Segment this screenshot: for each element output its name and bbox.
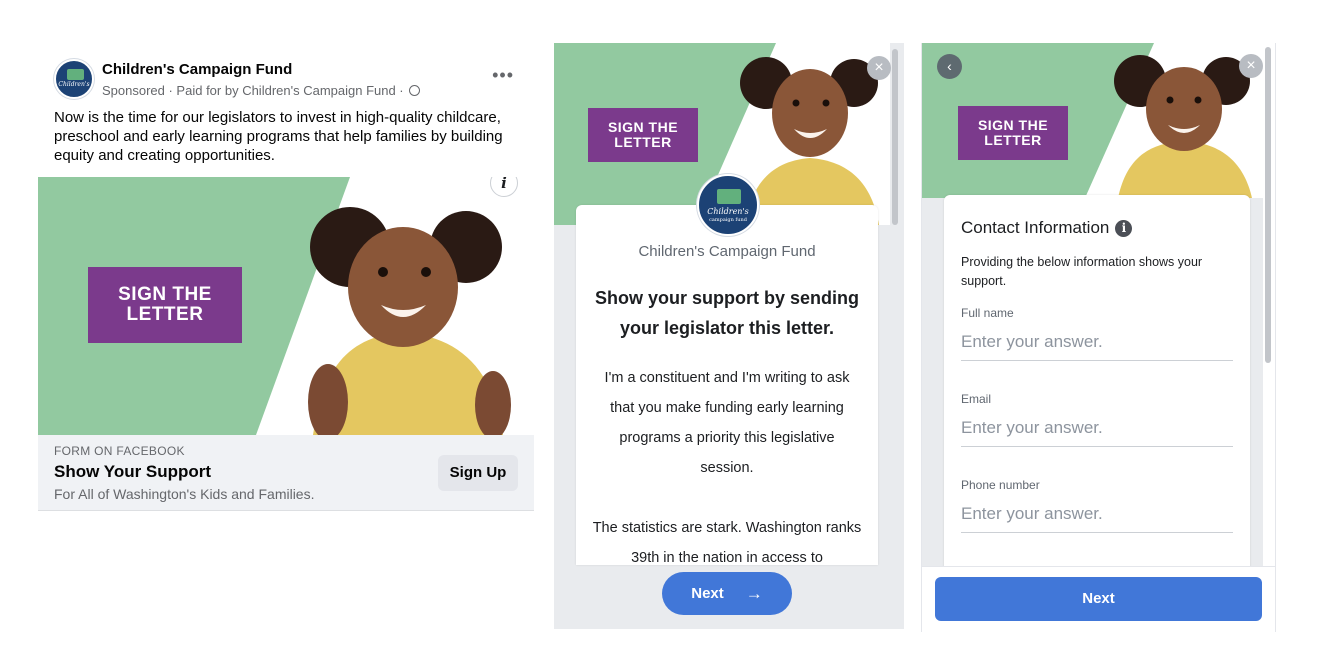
- intro-headline: Show your support by sending your legisl…: [594, 288, 859, 338]
- globe-icon: [409, 85, 421, 96]
- org-name: Children's Campaign Fund: [638, 243, 816, 260]
- sign-the-letter-banner: SIGN THE LETTER: [588, 108, 698, 162]
- more-dots-icon[interactable]: •••: [492, 65, 514, 86]
- sign-up-button[interactable]: Sign Up: [438, 455, 518, 491]
- full-name-field: Full name: [961, 306, 1233, 361]
- page-avatar[interactable]: Children's: [54, 59, 94, 99]
- form-hero-image: SIGN THE LETTER: [922, 43, 1263, 198]
- form-type-label: FORM ON FACEBOOK: [54, 444, 185, 458]
- ad-body-text: Now is the time for our legislators to i…: [54, 109, 503, 164]
- field-label: Phone number: [961, 478, 1040, 492]
- intro-letter-text: I'm a constituent and I'm writing to ask…: [592, 363, 862, 565]
- lead-form-contact: SIGN THE LETTER ‹ × Contact Information i…: [921, 43, 1276, 632]
- next-button[interactable]: Next →: [662, 572, 792, 615]
- facebook-ad-post: Children's Children's Campaign Fund Spon…: [38, 44, 534, 511]
- cta-bar[interactable]: FORM ON FACEBOOK Show Your Support For A…: [38, 435, 534, 511]
- letter-paragraph: The statistics are stark. Washington ran…: [592, 520, 862, 565]
- intro-card: Children's Campaign Fund Show your suppo…: [576, 205, 878, 565]
- sign-the-letter-banner: SIGN THE LETTER: [958, 106, 1068, 160]
- info-icon[interactable]: i: [1115, 220, 1133, 237]
- post-header: Children's Children's Campaign Fund Spon…: [54, 59, 524, 99]
- sponsored-meta: Sponsored · Paid for by Children's Campa…: [102, 83, 421, 98]
- cta-title: Show Your Support: [54, 462, 212, 481]
- letter-paragraph: I'm a constituent and I'm writing to ask…: [604, 370, 850, 476]
- cta-description: For All of Washington's Kids and Familie…: [54, 486, 315, 502]
- close-icon[interactable]: ×: [1239, 54, 1263, 78]
- sign-the-letter-banner: SIGN THE LETTER: [88, 267, 242, 343]
- close-icon[interactable]: ×: [867, 56, 891, 80]
- page-name[interactable]: Children's Campaign Fund: [102, 61, 292, 78]
- phone-field: Phone number: [961, 478, 1233, 533]
- scrollbar[interactable]: [892, 49, 898, 225]
- ad-image[interactable]: SIGN THE LETTER i: [38, 177, 534, 435]
- contact-title: Contact Information i: [961, 218, 1133, 238]
- email-input[interactable]: [961, 414, 1233, 447]
- footer-bar: Next: [922, 566, 1275, 632]
- contact-card: Contact Information i Providing the below…: [944, 195, 1250, 567]
- next-button[interactable]: Next: [935, 577, 1262, 621]
- scrollbar[interactable]: [1265, 47, 1271, 363]
- full-name-input[interactable]: [961, 328, 1233, 361]
- email-field: Email: [961, 392, 1233, 447]
- phone-input[interactable]: [961, 500, 1233, 533]
- lead-form-intro: SIGN THE LETTER × Children's Campaign Fu…: [554, 43, 904, 629]
- arrow-right-icon: →: [745, 583, 763, 603]
- field-label: Full name: [961, 306, 1014, 320]
- org-logo: Children's campaign fund: [697, 174, 759, 236]
- back-arrow-icon[interactable]: ‹: [937, 54, 962, 79]
- field-label: Email: [961, 392, 992, 406]
- contact-description: Providing the below information shows yo…: [961, 255, 1203, 288]
